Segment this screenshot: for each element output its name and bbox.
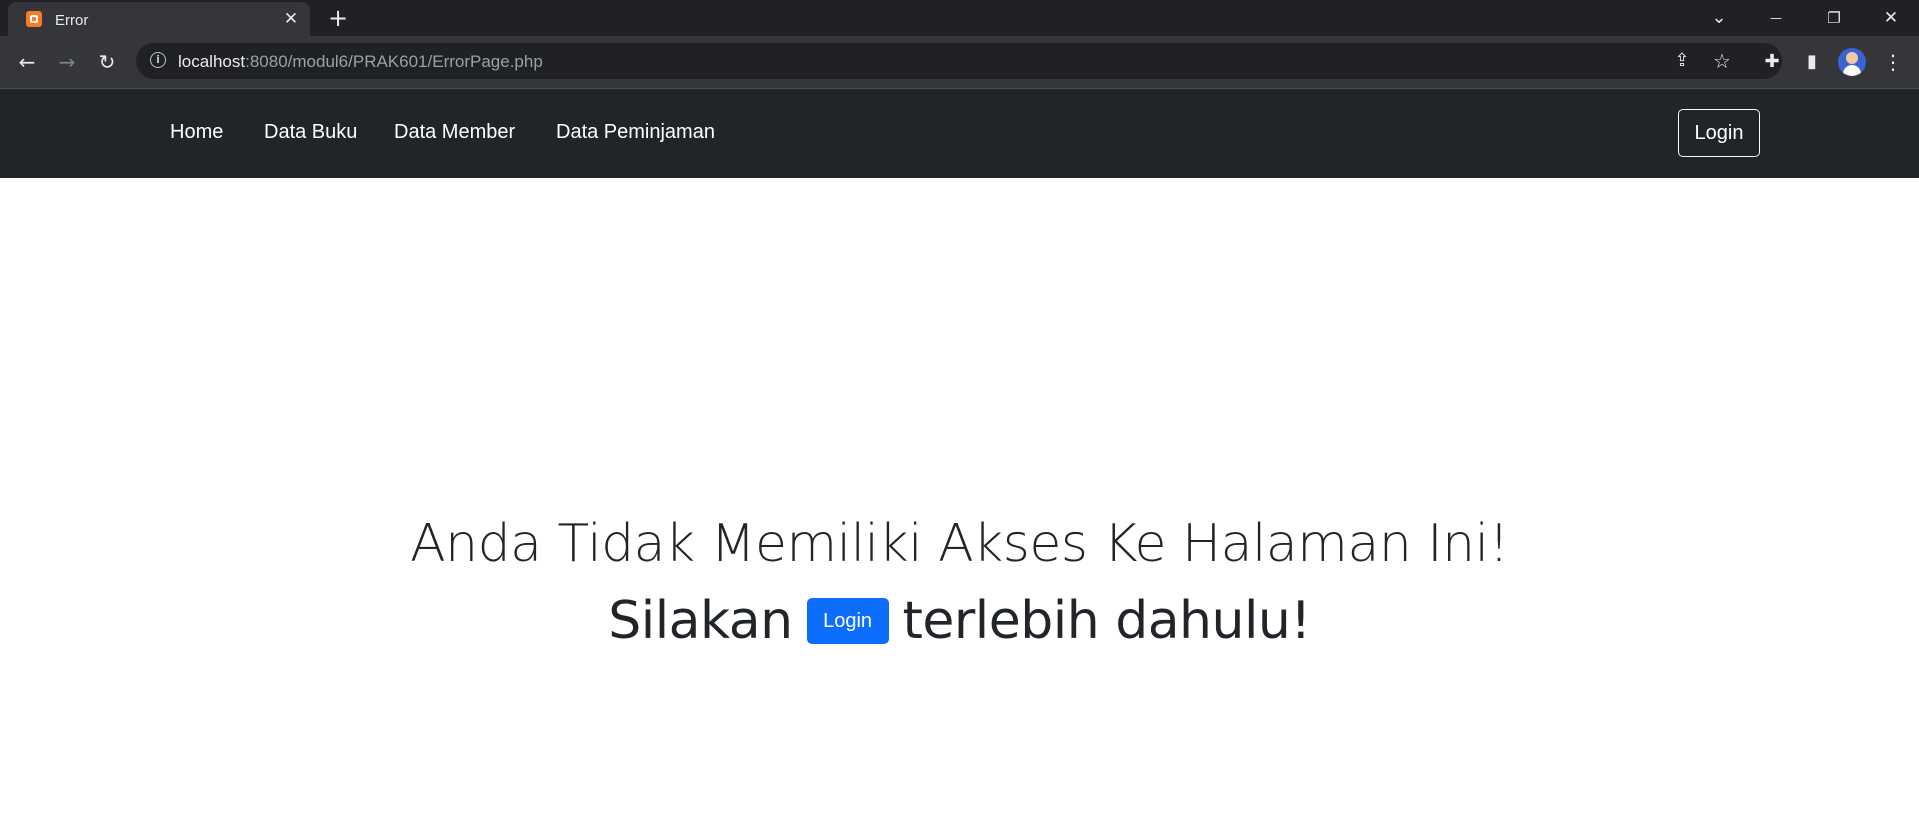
login-prompt-suffix: terlebih dahulu! — [902, 591, 1312, 651]
url-host: localhost — [178, 52, 246, 71]
browser-toolbar: ← → ↻ i localhost:8080/modul6/PRAK601/Er… — [0, 36, 1919, 88]
tab-search-icon[interactable]: ⌄ — [1705, 4, 1733, 32]
nav-link-home[interactable]: Home — [170, 121, 223, 144]
main-content: Anda Tidak Memiliki Akses Ke Halaman Ini… — [0, 178, 1919, 829]
new-tab-icon[interactable]: + — [324, 5, 352, 33]
close-window-icon[interactable]: ✕ — [1877, 4, 1905, 32]
site-navbar: Home Data Buku Data Member Data Peminjam… — [0, 89, 1919, 178]
extensions-icon[interactable]: ✚ — [1758, 48, 1786, 76]
navbar-login-button[interactable]: Login — [1678, 109, 1760, 157]
xampp-favicon-icon — [26, 11, 42, 27]
login-prompt-prefix: Silakan — [608, 591, 793, 651]
minimize-icon[interactable]: — — [1762, 4, 1790, 32]
nav-link-data-peminjaman[interactable]: Data Peminjaman — [556, 121, 715, 144]
restore-icon[interactable]: ❐ — [1820, 4, 1848, 32]
tab-title: Error — [55, 12, 89, 29]
address-bar[interactable]: i localhost:8080/modul6/PRAK601/ErrorPag… — [136, 43, 1782, 79]
inline-login-button[interactable]: Login — [806, 598, 889, 644]
profile-avatar[interactable] — [1838, 48, 1866, 76]
reload-icon[interactable]: ↻ — [93, 48, 121, 76]
login-prompt: Silakan Login terlebih dahulu! — [0, 588, 1919, 651]
bookmark-star-icon[interactable]: ☆ — [1708, 47, 1736, 75]
nav-link-data-member[interactable]: Data Member — [394, 121, 515, 144]
access-denied-heading: Anda Tidak Memiliki Akses Ke Halaman Ini… — [410, 514, 1509, 574]
close-tab-icon[interactable]: ✕ — [280, 8, 302, 30]
browser-menu-icon[interactable]: ⋮ — [1879, 48, 1907, 76]
forward-icon[interactable]: → — [53, 48, 81, 76]
url-path: :8080/modul6/PRAK601/ErrorPage.php — [245, 52, 543, 71]
side-panel-icon[interactable]: ▮ — [1798, 48, 1826, 76]
back-icon[interactable]: ← — [13, 48, 41, 76]
browser-tabstrip: Error ✕ + ⌄ — ❐ ✕ — [0, 0, 1919, 36]
share-icon[interactable]: ⇪ — [1668, 47, 1696, 75]
url-text[interactable]: localhost:8080/modul6/PRAK601/ErrorPage.… — [178, 52, 543, 72]
nav-link-data-buku[interactable]: Data Buku — [264, 121, 357, 144]
site-info-icon[interactable]: i — [150, 52, 166, 68]
browser-tab[interactable]: Error ✕ — [8, 2, 310, 36]
